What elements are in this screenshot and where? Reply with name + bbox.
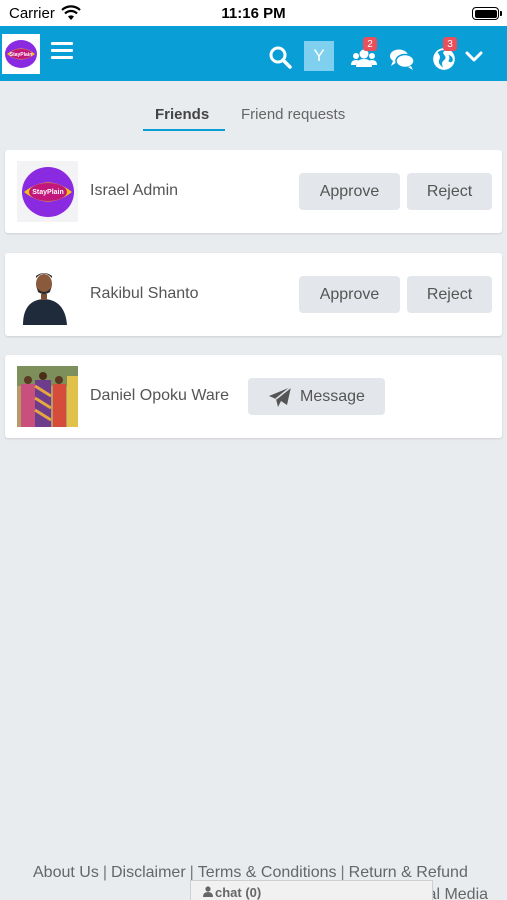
friend-card: Daniel Opoku Ware Message — [5, 355, 502, 438]
site-logo[interactable]: StayPlain — [2, 34, 40, 74]
notification-badge: 3 — [443, 37, 457, 51]
chat-bubbles-icon[interactable] — [389, 46, 415, 72]
reject-button[interactable]: Reject — [407, 276, 492, 313]
top-navbar: StayPlain Y 2 3 — [0, 26, 507, 81]
friend-request-badge: 2 — [363, 37, 377, 51]
approve-button[interactable]: Approve — [299, 276, 400, 313]
active-tab-indicator — [143, 129, 225, 131]
paper-plane-icon — [269, 385, 292, 407]
message-button-label: Message — [300, 387, 365, 405]
status-bar: Carrier 11:16 PM — [0, 0, 507, 26]
friend-card: StayPlain Israel Admin Approve Reject — [5, 150, 502, 233]
person-photo — [17, 264, 78, 325]
footer-separator: | — [102, 864, 107, 881]
battery-icon — [472, 7, 499, 20]
friend-name[interactable]: Israel Admin — [90, 182, 178, 200]
group-photo — [17, 366, 78, 427]
avatar[interactable] — [17, 366, 78, 427]
chevron-down-icon[interactable] — [465, 50, 483, 64]
friend-name[interactable]: Rakibul Shanto — [90, 285, 199, 303]
stayplain-logo-avatar: StayPlain — [17, 161, 78, 222]
avatar-logo-text: StayPlain — [32, 189, 64, 196]
friends-tabs: Friends Friend requests — [0, 81, 507, 143]
tab-friend-requests[interactable]: Friend requests — [241, 106, 345, 123]
battery-tip — [500, 11, 502, 16]
reject-button[interactable]: Reject — [407, 173, 492, 210]
avatar[interactable] — [17, 264, 78, 325]
footer-link-social[interactable]: ial Media — [424, 886, 488, 900]
friend-name[interactable]: Daniel Opoku Ware — [90, 387, 229, 405]
search-icon[interactable] — [268, 45, 292, 69]
chat-bar[interactable]: chat (0) — [190, 880, 433, 900]
footer-link-disclaimer[interactable]: Disclaimer — [111, 864, 186, 881]
logo-icon: StayPlain — [5, 40, 37, 68]
footer-separator: | — [340, 864, 345, 881]
footer-link-about[interactable]: About Us — [33, 864, 99, 881]
message-button[interactable]: Message — [248, 378, 385, 415]
approve-button[interactable]: Approve — [299, 173, 400, 210]
friend-card: Rakibul Shanto Approve Reject — [5, 253, 502, 336]
menu-icon[interactable] — [51, 42, 73, 60]
footer-separator: | — [189, 864, 194, 881]
user-avatar[interactable]: Y — [304, 41, 334, 71]
user-icon — [203, 886, 213, 897]
chat-label: chat (0) — [215, 885, 262, 900]
tab-friends[interactable]: Friends — [155, 106, 209, 123]
avatar[interactable]: StayPlain — [17, 161, 78, 222]
footer-link-refund[interactable]: Return & Refund — [349, 864, 468, 881]
clock: 11:16 PM — [221, 5, 286, 22]
logo-text: StayPlain — [10, 52, 33, 58]
footer-link-terms[interactable]: Terms & Conditions — [198, 864, 337, 881]
